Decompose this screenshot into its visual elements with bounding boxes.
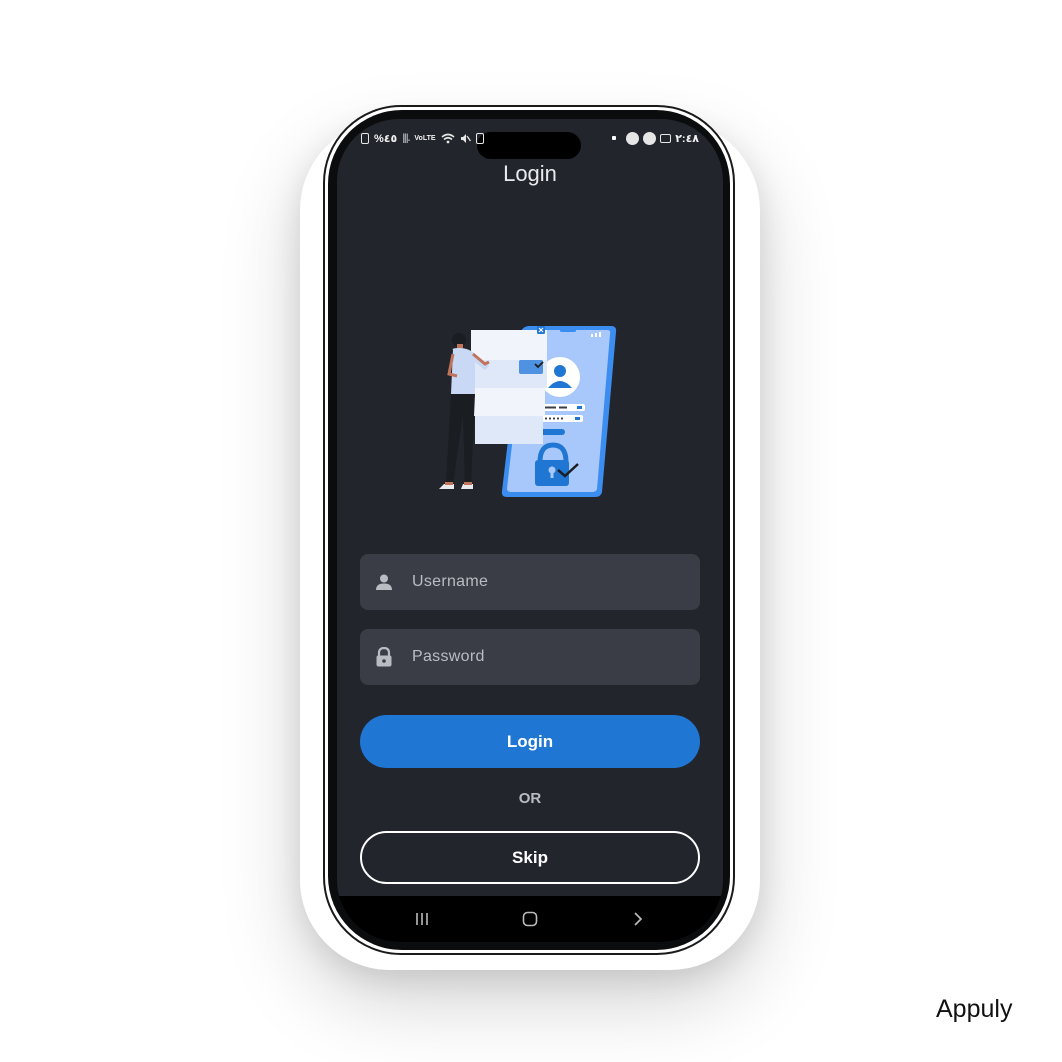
skip-button[interactable]: Skip <box>360 831 700 884</box>
battery-icon <box>361 132 369 144</box>
camera-island <box>477 132 581 159</box>
lock-icon <box>374 647 394 667</box>
status-time: ٢:٤٨ <box>675 132 699 145</box>
login-button[interactable]: Login <box>360 715 700 768</box>
mute-icon <box>460 133 471 143</box>
username-field[interactable]: Username <box>360 554 700 610</box>
page-title: Login <box>503 161 557 186</box>
recents-icon[interactable] <box>413 910 431 928</box>
battery-saver-icon <box>475 132 484 144</box>
signal-icon: |||. <box>402 132 410 144</box>
battery-percent: %٤٥ <box>374 132 398 145</box>
back-icon[interactable] <box>629 910 647 928</box>
person-icon <box>374 572 394 592</box>
home-icon[interactable] <box>521 910 539 928</box>
wifi-icon <box>441 133 455 143</box>
app-notification-icon-2 <box>643 131 657 145</box>
or-divider-label: OR <box>518 790 542 807</box>
username-placeholder: Username <box>412 573 489 590</box>
password-field[interactable]: Password <box>360 629 700 685</box>
notification-dot-icon <box>612 136 617 140</box>
app-notification-icon <box>626 131 640 145</box>
brand-watermark: Appuly <box>936 995 1013 1023</box>
system-nav-bar <box>337 896 723 942</box>
login-panel-illustration <box>471 326 547 444</box>
status-bar-left: %٤٥ |||. VoLTE <box>361 130 484 146</box>
app-screen: %٤٥ |||. VoLTE ٢:٤٨ Login Username Passw… <box>337 119 723 942</box>
password-placeholder: Password <box>412 648 485 665</box>
volte-label: VoLTE <box>414 134 436 142</box>
status-bar-right: ٢:٤٨ <box>612 130 699 146</box>
gallery-icon <box>660 133 672 143</box>
login-security-illustration <box>439 326 617 497</box>
